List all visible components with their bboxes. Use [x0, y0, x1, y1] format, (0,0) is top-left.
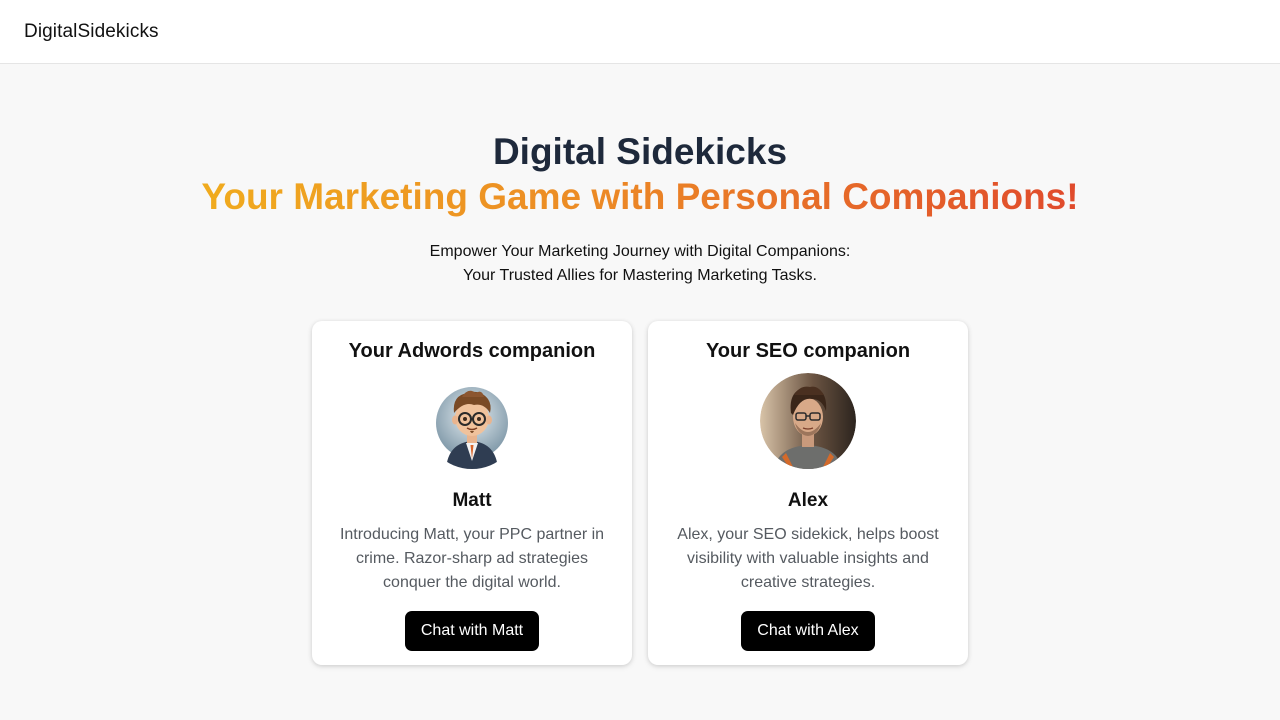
hero-description-line-2: Your Trusted Allies for Mastering Market… [463, 267, 817, 284]
card-heading: Your Adwords companion [348, 340, 596, 362]
companion-name: Alex [787, 490, 829, 511]
companion-card-matt: Your Adwords companion Matt Introducing … [312, 321, 632, 665]
companion-cards: Your Adwords companion Matt Introducing … [0, 321, 1280, 665]
hero-description: Empower Your Marketing Journey with Digi… [0, 240, 1280, 288]
brand-logo-link[interactable]: DigitalSidekicks [24, 21, 159, 43]
main-content: Digital Sidekicks Your Marketing Game wi… [0, 64, 1280, 665]
photo-man-glasses-avatar-icon [760, 373, 856, 469]
companion-card-alex: Your SEO companion Alex Alex, your SEO s… [648, 321, 968, 665]
hero-section: Digital Sidekicks Your Marketing Game wi… [0, 64, 1280, 288]
companion-description: Alex, your SEO sidekick, helps boost vis… [677, 526, 939, 591]
hero-description-line-1: Empower Your Marketing Journey with Digi… [429, 243, 851, 260]
hero-title: Digital Sidekicks [492, 131, 788, 172]
companion-name: Matt [452, 490, 492, 511]
chat-with-matt-button[interactable]: Chat with Matt [404, 611, 540, 651]
companion-description: Introducing Matt, your PPC partner in cr… [339, 526, 605, 591]
cartoon-man-glasses-avatar-icon [424, 373, 520, 469]
navbar: DigitalSidekicks [0, 0, 1280, 64]
chat-with-alex-button[interactable]: Chat with Alex [741, 611, 875, 651]
card-heading: Your SEO companion [705, 340, 911, 362]
hero-subtitle: Your Marketing Game with Personal Compan… [201, 174, 1078, 220]
